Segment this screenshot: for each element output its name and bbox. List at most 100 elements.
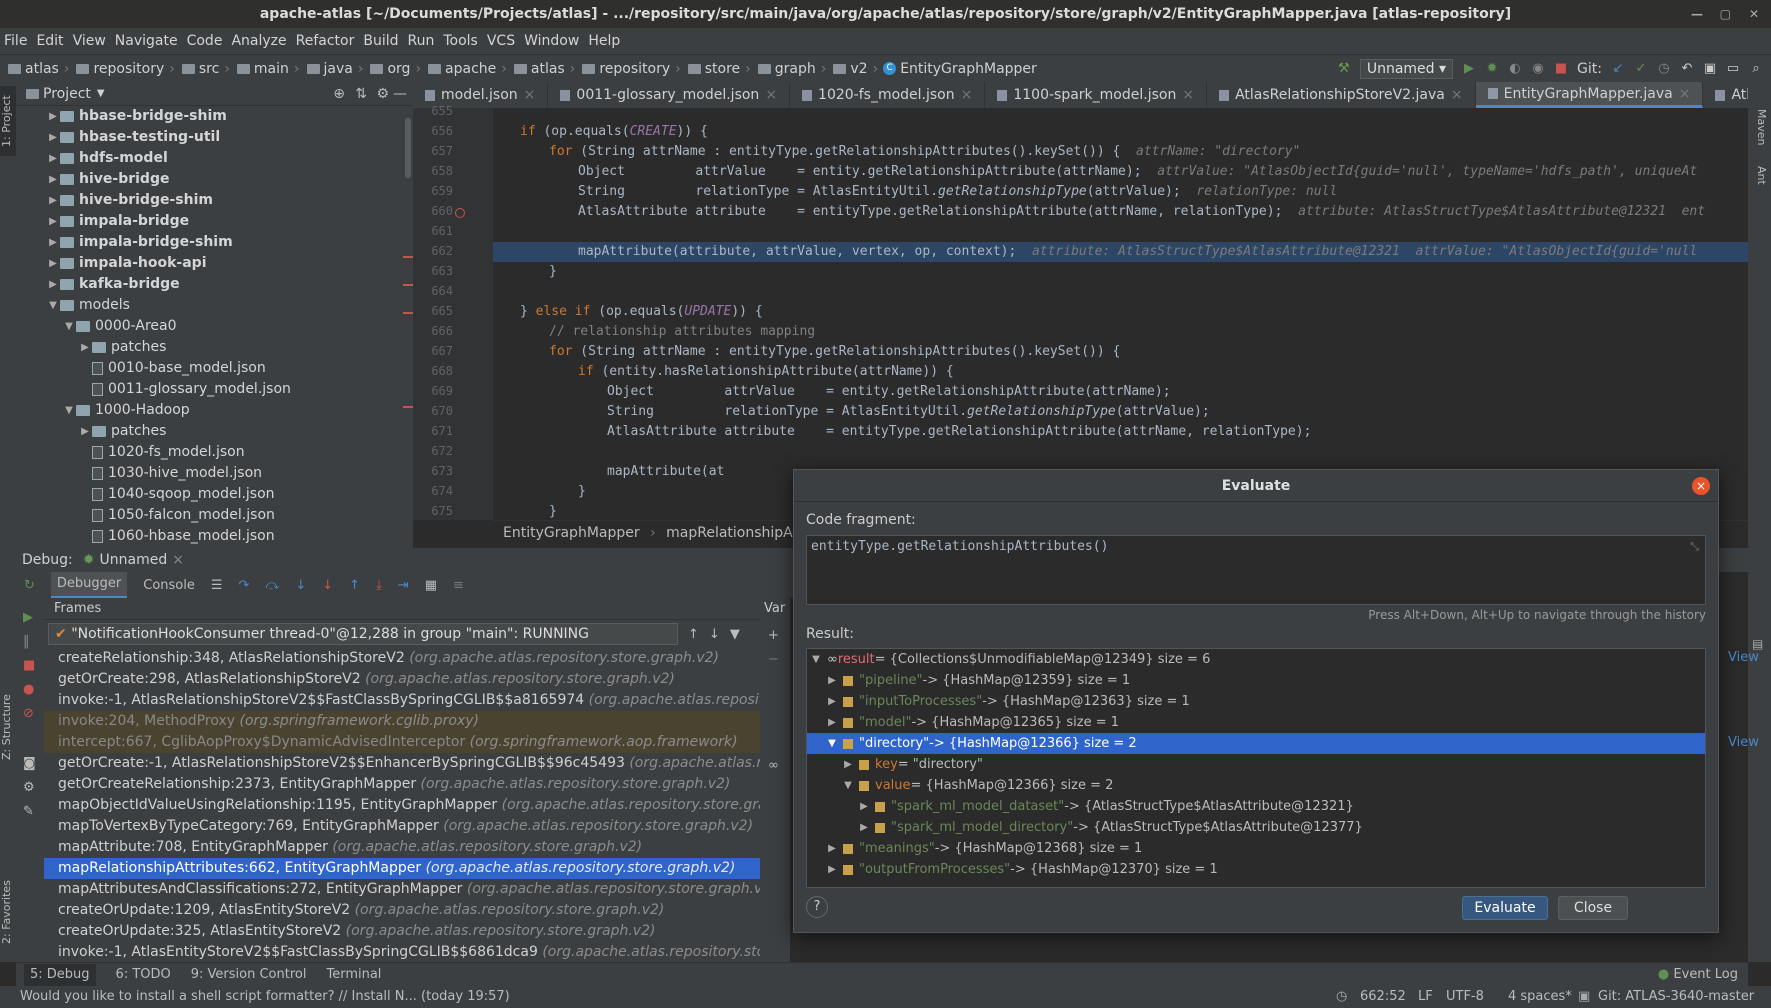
run-config-select[interactable]: Unnamed ▾ bbox=[1359, 59, 1454, 79]
breadcrumb-item[interactable]: graph bbox=[754, 61, 818, 77]
search-everywhere-icon[interactable]: ⌕ bbox=[1749, 62, 1763, 76]
menu-run[interactable]: Run bbox=[404, 28, 440, 54]
menu-edit[interactable]: Edit bbox=[32, 28, 68, 54]
tab-version-control[interactable]: 9: Version Control bbox=[191, 967, 307, 982]
structure-tool-tab[interactable]: Z: Structure bbox=[0, 682, 16, 772]
menu-refactor[interactable]: Refactor bbox=[292, 28, 360, 54]
close-icon[interactable]: × bbox=[1679, 82, 1691, 107]
tab-todo[interactable]: 6: TODO bbox=[116, 967, 171, 982]
thread-select[interactable]: ✔ "NotificationHookConsumer thread-0"@12… bbox=[48, 623, 678, 645]
camera-icon[interactable]: ◙ bbox=[23, 756, 36, 771]
add-watch-icon[interactable]: + bbox=[768, 628, 779, 643]
show-execution-point-icon[interactable]: ↷ bbox=[239, 578, 250, 593]
tree-item[interactable]: ▶ hbase-bridge-shim bbox=[16, 106, 413, 127]
tree-item[interactable]: 0011-glossary_model.json bbox=[16, 379, 413, 400]
rerun-icon[interactable]: ↻ bbox=[24, 578, 35, 593]
chevron-right-icon[interactable]: ▶ bbox=[78, 337, 92, 358]
chevron-right-icon[interactable]: ▶ bbox=[46, 232, 60, 253]
debug-session-tab[interactable]: ✹ Unnamed × bbox=[83, 552, 184, 568]
menu-file[interactable]: File bbox=[0, 28, 32, 54]
close-icon[interactable]: × bbox=[961, 82, 973, 108]
ant-tool-tab[interactable]: Ant bbox=[1752, 160, 1768, 190]
result-row[interactable]: ▶ "pipeline" -> {HashMap@12359} size = 1 bbox=[807, 670, 1705, 691]
frame-row[interactable]: mapObjectIdValueUsingRelationship:1195, … bbox=[44, 795, 760, 816]
breadcrumb-current[interactable]: C EntityGraphMapper bbox=[881, 61, 1039, 77]
chevron-right-icon[interactable]: ▶ bbox=[825, 670, 839, 691]
frame-row[interactable]: mapToVertexByTypeCategory:769, EntityGra… bbox=[44, 816, 760, 837]
expand-icon[interactable]: ⤡ bbox=[1690, 540, 1699, 554]
result-row[interactable]: ▶ key = "directory" bbox=[807, 754, 1705, 775]
menu-navigate[interactable]: Navigate bbox=[111, 28, 183, 54]
tree-item[interactable]: 1060-hbase_model.json bbox=[16, 526, 413, 547]
chevron-right-icon[interactable]: ▶ bbox=[825, 691, 839, 712]
step-out-icon[interactable]: ↑ bbox=[349, 578, 360, 593]
tab-console[interactable]: Console bbox=[143, 578, 195, 593]
frame-row[interactable]: createOrUpdate:1209, AtlasEntityStoreV2 … bbox=[44, 900, 760, 921]
collapse-icon[interactable]: ⇅ bbox=[355, 86, 367, 102]
side-view-link-1[interactable]: View bbox=[1728, 650, 1759, 665]
git-branch[interactable]: Git: ATLAS-3640-master bbox=[1598, 986, 1754, 1008]
result-row[interactable]: ▶ "inputToProcesses" -> {HashMap@12363} s… bbox=[807, 691, 1705, 712]
frame-row[interactable]: createOrUpdate:325, AtlasEntityStoreV2 (… bbox=[44, 921, 760, 942]
tab-debug[interactable]: 5: Debug bbox=[24, 963, 96, 986]
breadcrumb-item[interactable]: repository bbox=[72, 61, 166, 77]
tree-item[interactable]: 1030-hive_model.json bbox=[16, 463, 413, 484]
git-revert-icon[interactable]: ↶ bbox=[1680, 62, 1694, 76]
result-row[interactable]: ▶ "outputFromProcesses" -> {HashMap@12370… bbox=[807, 859, 1705, 880]
hide-icon[interactable]: — bbox=[393, 86, 407, 102]
tree-item[interactable]: ▼ 0000-Area0 bbox=[16, 316, 413, 337]
arrow-up-icon[interactable]: ↑ bbox=[688, 627, 699, 642]
tree-item[interactable]: ▼ 1000-Hadoop bbox=[16, 400, 413, 421]
stop-icon[interactable]: ■ bbox=[23, 658, 35, 673]
close-icon[interactable]: × bbox=[1182, 82, 1194, 108]
editor-tab[interactable]: EntityGraphMapper.java × bbox=[1475, 82, 1704, 108]
code-editor[interactable]: if (op.equals(CREATE)) {for (String attr… bbox=[493, 108, 1748, 520]
breadcrumb-item[interactable]: atlas bbox=[510, 61, 567, 77]
debug-icon[interactable]: ✹ bbox=[1485, 62, 1499, 76]
chevron-right-icon[interactable]: ▶ bbox=[46, 253, 60, 274]
event-log-tab[interactable]: ● Event Log bbox=[1658, 967, 1738, 982]
tree-item[interactable]: ▶ hbase-testing-util bbox=[16, 127, 413, 148]
layout-icon[interactable]: ▭ bbox=[1726, 62, 1740, 76]
run-icon[interactable]: ▶ bbox=[1462, 62, 1476, 76]
breadcrumb-item[interactable]: src bbox=[178, 61, 221, 77]
editor-tab[interactable]: AtlasEntityType.java × bbox=[1703, 82, 1748, 108]
chevron-right-icon[interactable]: ▶ bbox=[46, 211, 60, 232]
frame-row[interactable]: mapAttribute:708, EntityGraphMapper (org… bbox=[44, 837, 760, 858]
tree-item[interactable]: ▶ hive-bridge-shim bbox=[16, 190, 413, 211]
maximize-icon[interactable]: ▢ bbox=[1720, 0, 1731, 28]
git-commit-icon[interactable]: ✓ bbox=[1634, 62, 1648, 76]
editor-tab[interactable]: AtlasRelationshipStoreV2.java × bbox=[1207, 82, 1476, 108]
filter-icon[interactable]: ▼ bbox=[730, 627, 740, 642]
breadcrumb-item[interactable]: apache bbox=[424, 61, 498, 77]
project-scrollbar[interactable] bbox=[405, 118, 411, 178]
result-row[interactable]: ▶ "meanings" -> {HashMap@12368} size = 1 bbox=[807, 838, 1705, 859]
frame-row[interactable]: mapRelationshipAttributes:662, EntityGra… bbox=[44, 858, 760, 879]
code-fragment-input[interactable]: entityType.getRelationshipAttributes() ⤡ bbox=[806, 535, 1706, 605]
line-separator[interactable]: LF bbox=[1418, 986, 1433, 1008]
menu-icon[interactable]: ☰ bbox=[211, 578, 223, 593]
menu-analyze[interactable]: Analyze bbox=[227, 28, 291, 54]
chevron-right-icon[interactable]: ▶ bbox=[46, 127, 60, 148]
chevron-down-icon[interactable]: ▼ bbox=[825, 733, 839, 754]
chevron-right-icon[interactable]: ▶ bbox=[46, 274, 60, 295]
result-row[interactable]: ▼ "directory" -> {HashMap@12366} size = 2 bbox=[807, 733, 1705, 754]
frame-row[interactable]: getOrCreate:298, AtlasRelationshipStoreV… bbox=[44, 669, 760, 690]
tree-item[interactable]: ▶ kafka-bridge bbox=[16, 274, 413, 295]
stop-icon[interactable]: ■ bbox=[1554, 62, 1568, 76]
result-row[interactable]: ▶ "spark_ml_model_dataset" -> {AtlasStruc… bbox=[807, 796, 1705, 817]
git-history-icon[interactable]: ◷ bbox=[1657, 62, 1671, 76]
step-over-icon[interactable]: ⤼ bbox=[265, 578, 279, 593]
tree-item[interactable]: ▶ patches bbox=[16, 337, 413, 358]
tree-item[interactable]: ▶ hdfs-model bbox=[16, 148, 413, 169]
force-step-into-icon[interactable]: ↓ bbox=[322, 578, 333, 593]
editor-tab[interactable]: 1020-fs_model.json × bbox=[790, 82, 986, 108]
menu-code[interactable]: Code bbox=[183, 28, 228, 54]
tree-item[interactable]: ▼ models bbox=[16, 295, 413, 316]
file-encoding[interactable]: UTF-8 bbox=[1446, 986, 1484, 1008]
dialog-close-icon[interactable]: × bbox=[1692, 477, 1710, 495]
breadcrumb-item[interactable]: store bbox=[684, 61, 742, 77]
editor-tab[interactable]: 1100-spark_model.json × bbox=[985, 82, 1208, 108]
tree-item[interactable]: ▶ impala-bridge-shim bbox=[16, 232, 413, 253]
frame-row[interactable]: getOrCreateRelationship:2373, EntityGrap… bbox=[44, 774, 760, 795]
